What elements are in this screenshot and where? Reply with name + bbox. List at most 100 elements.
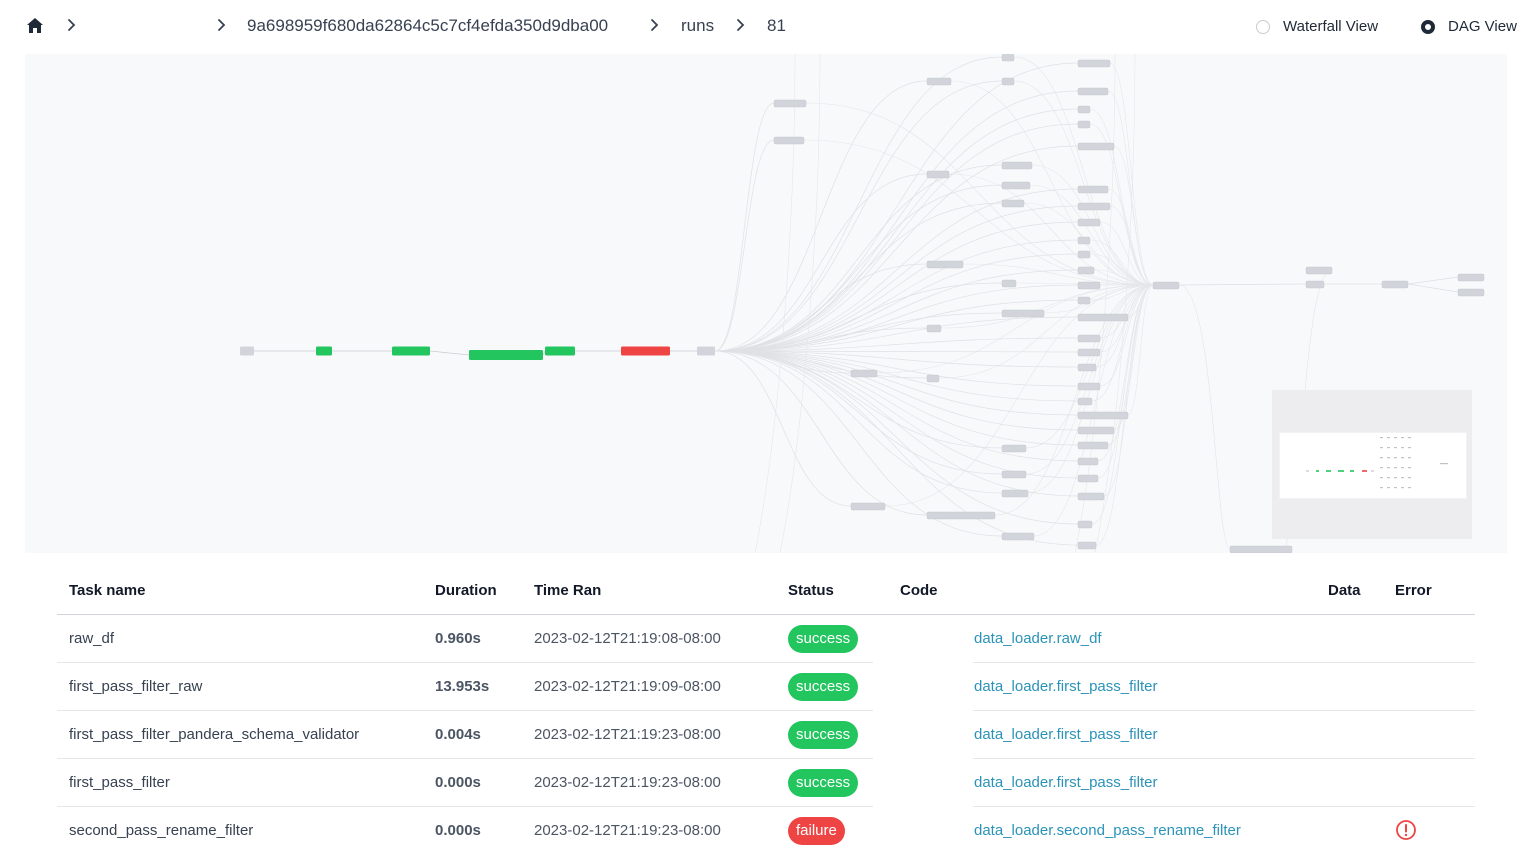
- minimap-mark: [1408, 487, 1411, 489]
- minimap-mark: [1380, 437, 1383, 439]
- minimap-mark: [1338, 470, 1344, 472]
- breadcrumb-commit-hash[interactable]: 9a698959f680da62864c5c7cf4efda350d9dba00: [247, 16, 608, 36]
- minimap-mark: [1394, 467, 1397, 469]
- dag-node: [1077, 236, 1091, 245]
- task-time-ran: 2023-02-12T21:19:23-08:00: [534, 822, 721, 839]
- code-link[interactable]: data_loader.first_pass_filter: [974, 678, 1157, 695]
- dag-node: [1457, 273, 1485, 282]
- dag-edge: [714, 102, 775, 352]
- status-badge: success: [788, 721, 859, 749]
- minimap-mark: [1394, 457, 1397, 459]
- dag-minimap[interactable]: [1272, 390, 1472, 539]
- minimap-viewport[interactable]: [1279, 432, 1467, 499]
- dag-edge: [714, 173, 928, 352]
- code-link[interactable]: data_loader.raw_df: [974, 630, 1102, 647]
- minimap-mark: [1380, 457, 1383, 459]
- dag-canvas[interactable]: [25, 54, 1507, 553]
- table-row[interactable]: first_pass_filter_pandera_schema_validat…: [57, 711, 1475, 759]
- error-alert-icon[interactable]: [1395, 819, 1417, 841]
- code-link[interactable]: data_loader.first_pass_filter: [974, 774, 1157, 791]
- table-row[interactable]: first_pass_filter_raw 13.953s 2023-02-12…: [57, 663, 1475, 711]
- dag-node: [1305, 266, 1333, 275]
- dag-node: [1077, 281, 1101, 290]
- radio-unselected-icon[interactable]: [1256, 19, 1270, 34]
- dag-node: [1001, 470, 1027, 479]
- chevron-right-icon: [651, 19, 659, 31]
- chevron-right-icon: [737, 19, 745, 31]
- dag-node: [1305, 280, 1325, 289]
- breadcrumb-runs[interactable]: runs: [681, 16, 714, 36]
- code-link[interactable]: data_loader.first_pass_filter: [974, 726, 1157, 743]
- minimap-mark: [1408, 467, 1411, 469]
- header-data: Data: [1328, 582, 1361, 599]
- table-row[interactable]: raw_df 0.960s 2023-02-12T21:19:08-08:00 …: [57, 615, 1475, 663]
- code-link[interactable]: data_loader.second_pass_rename_filter: [974, 822, 1241, 839]
- dag-node-first_pass_filter_pandera_schema_validator: [469, 350, 543, 360]
- task-time-ran: 2023-02-12T21:19:23-08:00: [534, 726, 721, 743]
- minimap-mark: [1408, 457, 1411, 459]
- dag-node: [1381, 280, 1409, 289]
- dag-node: [1077, 266, 1095, 275]
- dag-node: [773, 136, 805, 145]
- minimap-mark: [1306, 470, 1309, 472]
- dag-node: [1077, 382, 1101, 391]
- task-duration: 0.000s: [435, 774, 481, 791]
- dag-node: [1077, 457, 1099, 466]
- dag-edge: [714, 350, 1003, 475]
- dag-node: [1001, 489, 1029, 498]
- dag-node: [850, 502, 886, 511]
- dag-node-second_pass_rename_filter: [621, 346, 670, 356]
- dag-node: [1077, 202, 1111, 211]
- dag-view-label: DAG View: [1448, 18, 1517, 35]
- task-duration: 0.004s: [435, 726, 481, 743]
- dag-view-option[interactable]: DAG View: [1421, 18, 1517, 35]
- dag-node: [926, 511, 996, 520]
- task-time-ran: 2023-02-12T21:19:23-08:00: [534, 774, 721, 791]
- minimap-mark: [1401, 467, 1404, 469]
- dag-edge: [803, 139, 1154, 286]
- breadcrumb-run-id[interactable]: 81: [767, 16, 786, 36]
- minimap-mark: [1387, 477, 1390, 479]
- table-row[interactable]: second_pass_rename_filter 0.000s 2023-02…: [57, 807, 1475, 855]
- home-icon[interactable]: [25, 16, 45, 36]
- dag-edge: [714, 164, 1003, 352]
- task-time-ran: 2023-02-12T21:19:08-08:00: [534, 630, 721, 647]
- dag-edge: [1178, 283, 1307, 286]
- dag-edge: [714, 56, 1003, 352]
- task-name: second_pass_rename_filter: [69, 822, 254, 839]
- dag-edge: [714, 80, 1003, 352]
- dag-node: [1077, 441, 1109, 450]
- header-task-name: Task name: [69, 582, 146, 599]
- waterfall-view-label: Waterfall View: [1283, 18, 1379, 35]
- dag-edge: [714, 188, 1079, 352]
- task-duration: 13.953s: [435, 678, 490, 695]
- dag-edge: [1109, 62, 1154, 286]
- minimap-mark: [1408, 447, 1411, 449]
- dag-edge: [1113, 145, 1154, 286]
- waterfall-view-option[interactable]: Waterfall View: [1256, 18, 1378, 35]
- dag-node: [1077, 520, 1093, 529]
- dag-edge: [805, 102, 1154, 286]
- top-bar: 9a698959f680da62864c5c7cf4efda350d9dba00…: [0, 0, 1536, 54]
- minimap-mark: [1394, 447, 1397, 449]
- dag-node-unnamed: [240, 346, 254, 356]
- dag-node: [1077, 313, 1129, 322]
- table-row[interactable]: first_pass_filter 0.000s 2023-02-12T21:1…: [57, 759, 1475, 807]
- minimap-mark: [1387, 437, 1390, 439]
- dag-node-unnamed: [697, 346, 715, 356]
- dag-edge: [542, 350, 546, 356]
- dag-node: [926, 260, 964, 269]
- radio-selected-icon[interactable]: [1421, 19, 1435, 34]
- task-duration: 0.960s: [435, 630, 481, 647]
- dag-node: [1001, 279, 1017, 288]
- minimap-mark: [1380, 467, 1383, 469]
- minimap-mark: [1394, 437, 1397, 439]
- dag-edge: [1407, 276, 1459, 285]
- dag-edge: [1178, 284, 1231, 550]
- dag-node: [1077, 185, 1109, 194]
- dag-edge: [714, 139, 775, 352]
- dag-edge: [714, 202, 1003, 352]
- minimap-mark: [1326, 470, 1331, 472]
- dag-edge: [714, 62, 1079, 352]
- dag-edge: [714, 350, 1079, 479]
